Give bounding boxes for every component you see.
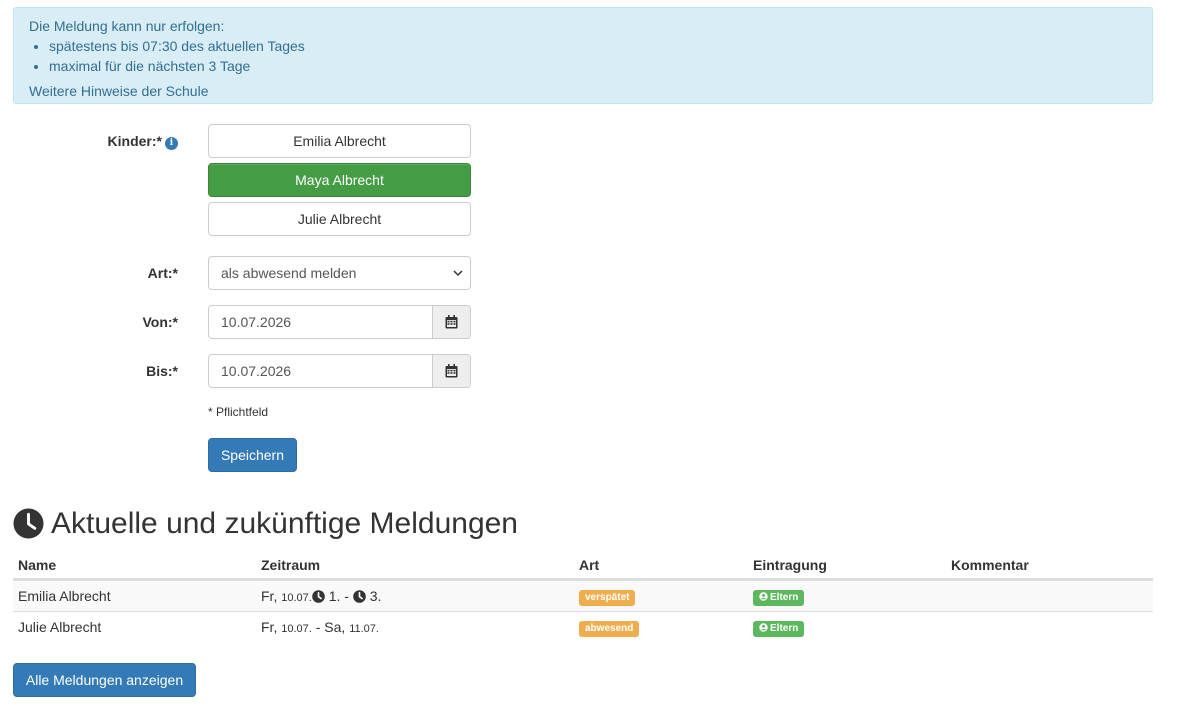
info-circle-icon[interactable]: i (165, 137, 178, 150)
column-header-period: Zeitraum (261, 557, 321, 573)
reports-title: Aktuelle und zukünftige Meldungen (51, 507, 518, 540)
calendar-icon (445, 315, 458, 329)
absence-report-page: Die Meldung kann nur erfolgen: spätesten… (0, 0, 1184, 718)
chevron-down-icon (453, 270, 463, 277)
table-row: Julie Albrecht Fr, 10.07. - Sa, 11.07. a… (13, 611, 1153, 642)
to-calendar-button[interactable] (432, 355, 470, 387)
required-note: * Pflichtfeld (208, 405, 269, 419)
from-date-value: 10.07.2026 (221, 314, 292, 330)
school-hints-link[interactable]: Weitere Hinweise der Schule (29, 83, 209, 99)
type-badge: abwesend (579, 621, 640, 637)
children-label: Kinder:* i (8, 131, 178, 151)
alert-rules: spätestens bis 07:30 des aktuellen Tages… (29, 36, 1137, 76)
clock-icon (13, 508, 44, 539)
row-period: Fr, 10.07. - Sa, 11.07. (261, 619, 379, 635)
clock-icon (312, 590, 325, 603)
column-header-name: Name (18, 557, 57, 573)
show-all-reports-button[interactable]: Alle Meldungen anzeigen (13, 663, 196, 697)
user-circle-icon (759, 623, 768, 632)
table-header: Name Zeitraum Art Eintragung Kommentar (13, 550, 1153, 580)
entry-badge: Eltern (753, 621, 805, 637)
alert-intro: Die Meldung kann nur erfolgen: (29, 18, 225, 34)
calendar-icon (445, 364, 458, 378)
type-badge: verspätet (579, 590, 636, 606)
table-row: Emilia Albrecht Fr, 10.07. 1. - 3. versp… (13, 580, 1153, 611)
from-calendar-button[interactable] (432, 306, 470, 338)
type-select-value: als abwesend melden (221, 265, 357, 281)
type-label: Art:* (147, 265, 178, 281)
child-button-maya[interactable]: Maya Albrecht (208, 163, 471, 197)
save-button[interactable]: Speichern (208, 438, 297, 472)
type-select[interactable]: als abwesend melden (208, 256, 471, 290)
child-button-julie[interactable]: Julie Albrecht (208, 202, 471, 236)
entry-badge: Eltern (753, 590, 805, 606)
row-name: Julie Albrecht (18, 619, 102, 635)
clock-icon (353, 590, 366, 603)
column-header-comment: Kommentar (951, 557, 1029, 573)
info-alert: Die Meldung kann nur erfolgen: spätesten… (13, 7, 1153, 104)
row-name: Emilia Albrecht (18, 588, 111, 604)
reports-table: Name Zeitraum Art Eintragung Kommentar E… (13, 550, 1153, 642)
alert-rule: spätestens bis 07:30 des aktuellen Tages (49, 36, 1137, 56)
row-period: Fr, 10.07. 1. - 3. (261, 588, 382, 604)
to-date-value: 10.07.2026 (221, 363, 292, 379)
to-date-field[interactable]: 10.07.2026 (208, 354, 471, 388)
to-label: Bis:* (146, 363, 178, 379)
column-header-entry: Eintragung (753, 557, 827, 573)
user-circle-icon (759, 592, 768, 601)
column-header-type: Art (579, 557, 600, 573)
alert-rule: maximal für die nächsten 3 Tage (49, 56, 1137, 76)
from-date-field[interactable]: 10.07.2026 (208, 305, 471, 339)
from-label: Von:* (142, 314, 178, 330)
child-button-emilia[interactable]: Emilia Albrecht (208, 124, 471, 158)
